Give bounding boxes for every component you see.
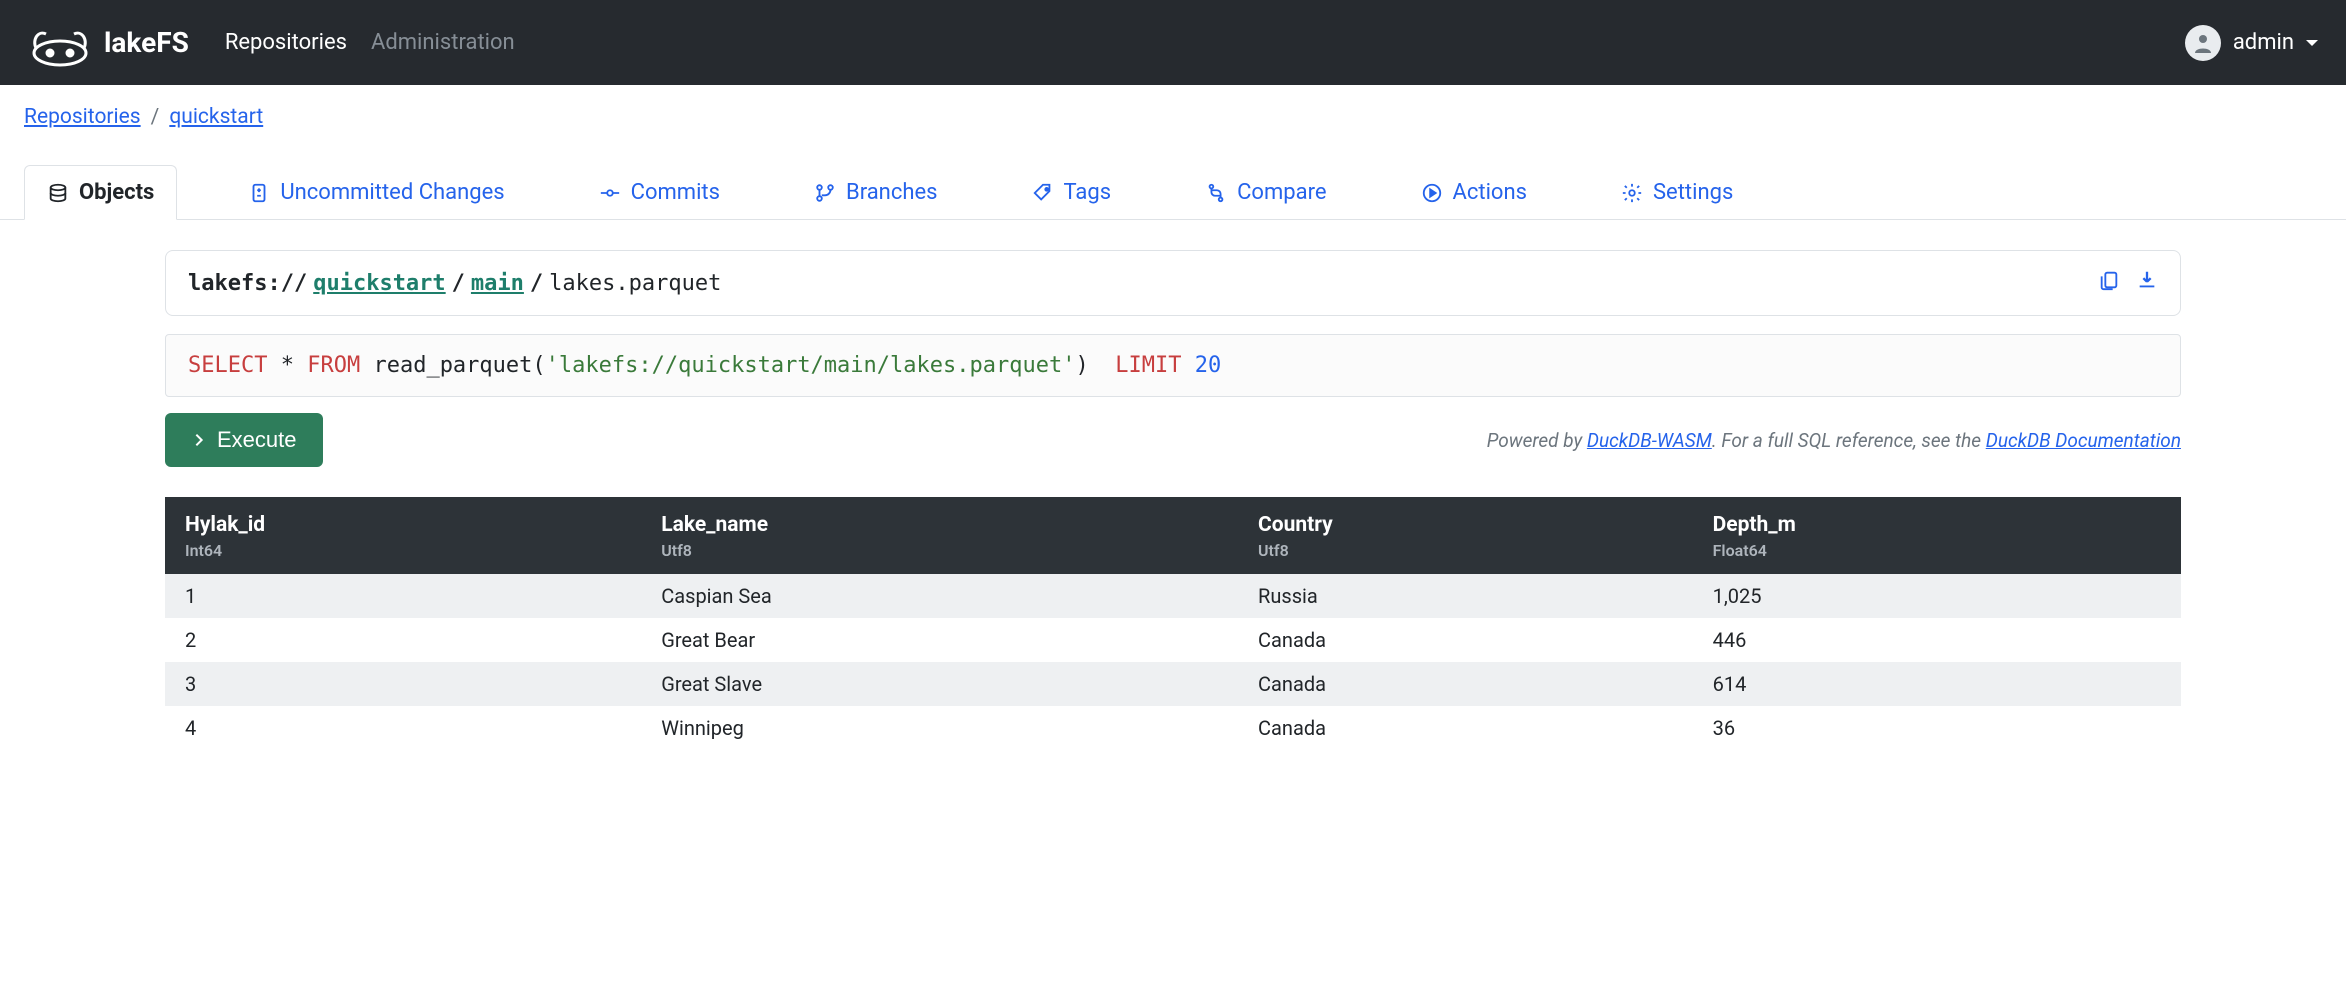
- brand-text: lakeFS: [104, 26, 189, 59]
- tab-label: Actions: [1453, 180, 1527, 205]
- cell: Canada: [1238, 706, 1693, 750]
- path-scheme: lakefs://: [188, 271, 307, 296]
- tab-label: Objects: [79, 180, 154, 205]
- tab-uncommitted-changes[interactable]: Uncommitted Changes: [225, 165, 527, 219]
- breadcrumb-quickstart[interactable]: quickstart: [169, 105, 263, 129]
- db-icon: [47, 182, 69, 204]
- avatar-icon: [2185, 25, 2221, 61]
- breadcrumb-sep: /: [151, 105, 160, 129]
- tabs: Objects Uncommitted Changes Commits Branche…: [0, 165, 2346, 220]
- content: lakefs:// quickstart / main / lakes.parq…: [0, 220, 2346, 750]
- powered-by: Powered by DuckDB-WASM. For a full SQL r…: [1487, 429, 2181, 452]
- cell: Great Bear: [641, 618, 1238, 662]
- branch-icon: [814, 182, 836, 204]
- play-icon: [1421, 182, 1443, 204]
- tab-commits[interactable]: Commits: [576, 165, 743, 219]
- table-row: 4WinnipegCanada36: [165, 706, 2181, 750]
- col-lake_name: Lake_nameUtf8: [641, 497, 1238, 574]
- path-file: lakes.parquet: [549, 271, 721, 296]
- diff-icon: [248, 182, 270, 204]
- col-depth_m: Depth_mFloat64: [1693, 497, 2181, 574]
- cell: Winnipeg: [641, 706, 1238, 750]
- cell: 2: [165, 618, 641, 662]
- cell: 3: [165, 662, 641, 706]
- caret-down-icon: [2306, 40, 2318, 46]
- tab-label: Commits: [631, 180, 720, 205]
- object-path-box: lakefs:// quickstart / main / lakes.parq…: [165, 250, 2181, 316]
- cell: 1: [165, 574, 641, 618]
- cell: 614: [1693, 662, 2181, 706]
- compare-icon: [1205, 182, 1227, 204]
- execute-row: Execute Powered by DuckDB-WASM. For a fu…: [165, 413, 2181, 467]
- results-table: Hylak_idInt64Lake_nameUtf8CountryUtf8Dep…: [165, 497, 2181, 750]
- duckdb-docs-link[interactable]: DuckDB Documentation: [1986, 429, 2181, 452]
- path-branch[interactable]: main: [471, 271, 524, 296]
- sql-editor[interactable]: SELECT * FROM read_parquet('lakefs://qui…: [165, 334, 2181, 397]
- tab-compare[interactable]: Compare: [1182, 165, 1349, 219]
- path-sep: /: [530, 271, 543, 296]
- nav-repositories[interactable]: Repositories: [225, 30, 347, 55]
- duckdb-wasm-link[interactable]: DuckDB-WASM: [1587, 429, 1712, 452]
- cell: Russia: [1238, 574, 1693, 618]
- download-icon[interactable]: [2136, 269, 2158, 297]
- chevron-right-icon: [191, 432, 207, 448]
- table-row: 1Caspian SeaRussia1,025: [165, 574, 2181, 618]
- tab-branches[interactable]: Branches: [791, 165, 961, 219]
- tag-icon: [1032, 182, 1054, 204]
- user-name: admin: [2233, 30, 2294, 55]
- cell: Canada: [1238, 662, 1693, 706]
- tab-tags[interactable]: Tags: [1009, 165, 1135, 219]
- commit-icon: [599, 182, 621, 204]
- table-row: 3Great SlaveCanada614: [165, 662, 2181, 706]
- execute-label: Execute: [217, 427, 297, 453]
- brand-logo[interactable]: lakeFS: [28, 18, 189, 68]
- sql-wrap: SELECT * FROM read_parquet('lakefs://qui…: [165, 334, 2181, 467]
- table-row: 2Great BearCanada446: [165, 618, 2181, 662]
- cell: 446: [1693, 618, 2181, 662]
- tab-label: Branches: [846, 180, 938, 205]
- breadcrumb: Repositories / quickstart: [0, 85, 2346, 143]
- user-menu[interactable]: admin: [2185, 25, 2318, 61]
- cell: 1,025: [1693, 574, 2181, 618]
- path-sep: /: [452, 271, 465, 296]
- gear-icon: [1621, 182, 1643, 204]
- tab-objects[interactable]: Objects: [24, 165, 177, 220]
- nav-administration[interactable]: Administration: [371, 30, 515, 55]
- cell: 36: [1693, 706, 2181, 750]
- cell: Canada: [1238, 618, 1693, 662]
- cell: 4: [165, 706, 641, 750]
- breadcrumb-repositories[interactable]: Repositories: [24, 105, 141, 129]
- cell: Great Slave: [641, 662, 1238, 706]
- top-navbar: lakeFS Repositories Administration admin: [0, 0, 2346, 85]
- nav-links: Repositories Administration: [225, 30, 515, 55]
- tab-actions[interactable]: Actions: [1398, 165, 1550, 219]
- col-country: CountryUtf8: [1238, 497, 1693, 574]
- tab-label: Tags: [1064, 180, 1112, 205]
- path-repo[interactable]: quickstart: [313, 271, 445, 296]
- lakefs-icon: [28, 18, 92, 68]
- cell: Caspian Sea: [641, 574, 1238, 618]
- tab-label: Uncommitted Changes: [280, 180, 504, 205]
- tab-label: Settings: [1653, 180, 1733, 205]
- col-hylak_id: Hylak_idInt64: [165, 497, 641, 574]
- copy-path-icon[interactable]: [2098, 269, 2120, 297]
- tab-settings[interactable]: Settings: [1598, 165, 1756, 219]
- tab-label: Compare: [1237, 180, 1326, 205]
- execute-button[interactable]: Execute: [165, 413, 323, 467]
